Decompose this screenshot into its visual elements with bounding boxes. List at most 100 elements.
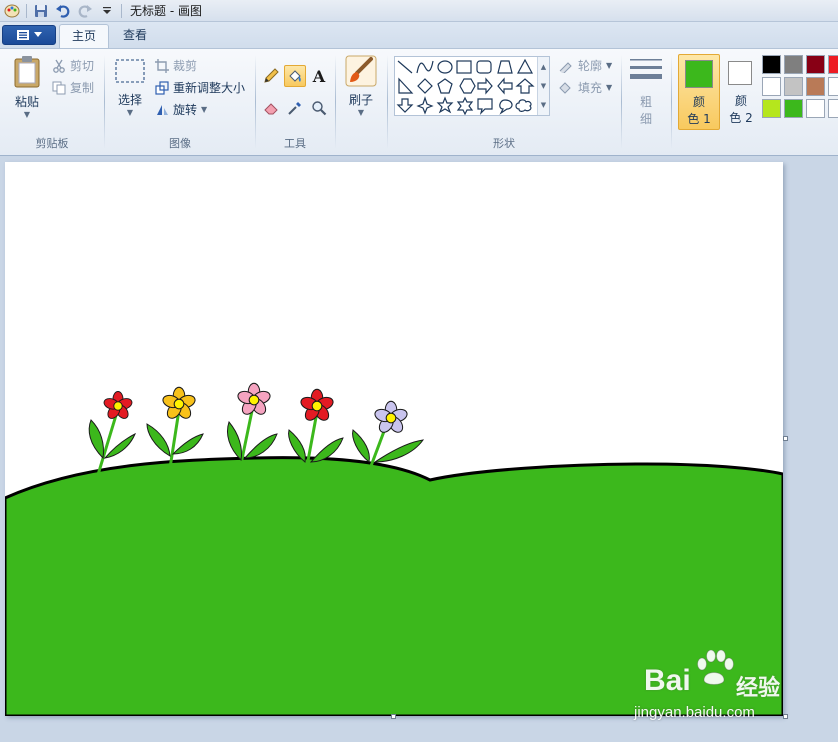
polygon-shape-icon [497,60,513,74]
color-picker-tool[interactable] [284,97,306,119]
magnifier-tool[interactable] [308,97,330,119]
rotate-button[interactable]: 旋转 ▼ [155,101,207,118]
palette-swatch[interactable] [828,55,838,74]
brushes-label: 刷子 [348,93,373,107]
color2-button[interactable]: 颜 色 2 [722,54,760,130]
chevron-down-icon: ▼ [126,108,134,117]
resize-label: 重新调整大小 [173,81,246,95]
line-size-icon [630,59,662,79]
chevron-down-icon[interactable]: ▼ [541,82,546,90]
shapes-group-label: 形状 [493,137,515,150]
crop-label: 裁剪 [173,59,198,73]
fill-bucket-icon [559,81,571,94]
canvas-drawing [5,382,783,716]
crop-button[interactable]: 裁剪 [155,57,197,74]
text-tool-icon: A [312,66,326,86]
shapes-gallery-icons [396,58,535,115]
copy-icon [52,81,66,94]
cut-label: 剪切 [70,59,95,73]
pentagon-shape-icon [437,78,453,94]
selection-icon [115,59,145,83]
save-icon[interactable] [33,3,49,19]
palette-swatch[interactable] [762,99,781,118]
expand-gallery-icon[interactable]: ▼ [541,101,546,109]
eraser-tool[interactable] [260,97,282,119]
chevron-down-icon: ▼ [23,110,31,119]
brushes-button[interactable]: 刷子 ▼ [342,55,380,117]
chevron-down-icon: ▼ [606,61,613,70]
line-shape-icon [397,60,413,74]
four-point-star-shape-icon [416,96,434,115]
flower-center [311,400,323,412]
text-tool[interactable]: A [308,65,330,87]
palette-swatch[interactable] [828,77,838,96]
image-group-label: 图像 [169,137,191,150]
outline-brush-icon [559,61,572,73]
chevron-down-icon [34,32,42,37]
customize-toolbar-icon[interactable] [99,3,115,19]
paint-app-icon[interactable] [4,3,20,19]
tools-group-label: 工具 [284,137,306,150]
color2-label-bottom: 色 2 [729,111,753,125]
chevron-down-icon: ▼ [201,105,208,114]
resize-handle-bottom[interactable] [391,714,396,719]
pencil-tool[interactable] [260,65,282,87]
chevron-up-icon[interactable]: ▲ [541,63,546,71]
palette-swatch[interactable] [784,99,803,118]
ribbon-tab-row: 主页 查看 [0,22,838,48]
baidu-watermark: Bai 经验 jingyan.baidu.com [630,650,835,722]
quick-access-toolbar [0,3,122,19]
outline-label: 轮廓 [578,59,603,73]
flower-yellow [146,386,204,469]
resize-handle-right[interactable] [783,436,788,441]
rounded-rectangle-shape-icon [476,60,492,74]
undo-icon[interactable] [55,3,71,19]
clipboard-group: 粘贴 ▼ 剪切 复制 剪贴板 [0,49,104,155]
size-button[interactable]: 粗 细 [626,57,666,127]
color2-swatch [728,61,752,85]
paste-button[interactable]: 粘贴 ▼ [8,55,46,119]
separator [26,3,27,18]
shapes-scrollbar[interactable]: ▲ ▼ ▼ [537,57,549,115]
color1-label-top: 颜 [692,95,705,109]
size-label-top: 粗 [639,95,652,109]
triangle-shape-icon [516,58,534,74]
palette-swatch[interactable] [762,77,781,96]
fill-bucket-tool[interactable] [284,65,306,87]
redo-icon[interactable] [77,3,93,19]
palette-swatch[interactable] [762,55,781,74]
shapes-gallery[interactable]: ▲ ▼ ▼ [394,56,550,116]
watermark-brand-cn: 经验 [736,676,781,701]
copy-button[interactable]: 复制 [52,79,94,96]
watermark-url: jingyan.baidu.com [634,704,755,721]
oval-callout-shape-icon [499,99,513,115]
tab-view[interactable]: 查看 [111,24,159,48]
palette-swatch[interactable] [806,99,825,118]
brushes-group: 刷子 ▼ [336,49,386,155]
resize-button[interactable]: 重新调整大小 [155,79,245,96]
palette-swatch[interactable] [784,55,803,74]
tools-group: A 工具 [256,49,334,155]
cut-button[interactable]: 剪切 [52,57,94,74]
select-button[interactable]: 选择 ▼ [111,57,149,117]
rotate-icon [157,104,168,115]
tab-home[interactable]: 主页 [59,24,110,48]
palette-swatch[interactable] [828,99,838,118]
palette-swatch[interactable] [806,77,825,96]
up-arrow-shape-icon [515,78,535,94]
right-arrow-shape-icon [477,77,493,95]
rectangle-shape-icon [456,60,472,74]
cloud-callout-shape-icon [515,99,532,112]
left-arrow-shape-icon [497,77,513,95]
drawing-canvas[interactable] [5,162,783,716]
file-menu-button[interactable] [2,25,56,45]
fill-button[interactable]: 填充 ▼ [558,79,612,96]
paint-bucket-icon [289,70,301,82]
flower-pink [227,382,278,465]
resize-icon [155,80,169,95]
color1-button[interactable]: 颜 色 1 [678,54,720,130]
eraser-icon [264,103,278,115]
palette-swatch[interactable] [806,55,825,74]
palette-swatch[interactable] [784,77,803,96]
outline-button[interactable]: 轮廓 ▼ [558,57,612,74]
